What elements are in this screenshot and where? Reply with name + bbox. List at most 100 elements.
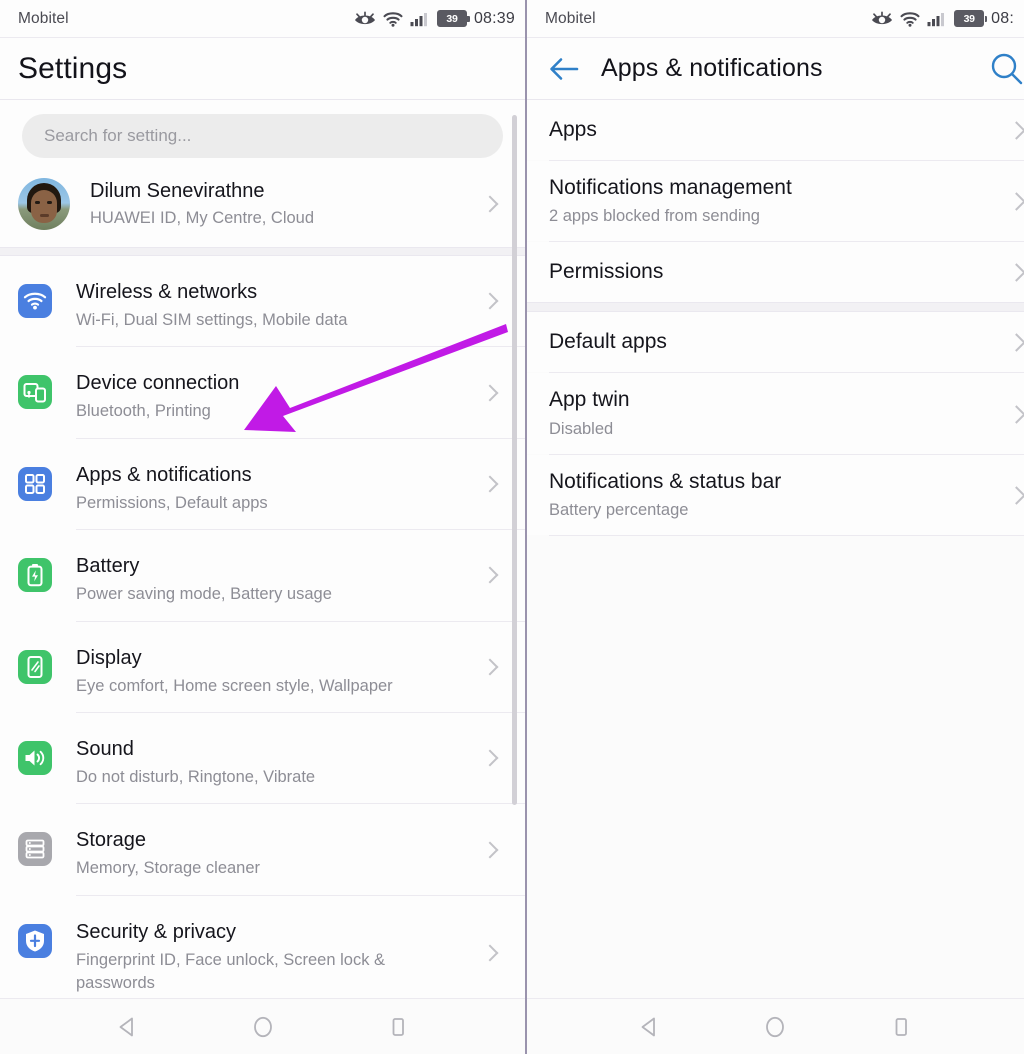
right-group-defaults: Default apps App twin Disabled Notificat… [527, 312, 1024, 537]
list-item-permissions[interactable]: Permissions [527, 242, 1024, 303]
chevron-right-icon [1010, 190, 1024, 212]
item-subtitle: Do not disturb, Ringtone, Vibrate [76, 768, 316, 787]
chevron-right-icon [483, 291, 495, 311]
item-title: Permissions [549, 260, 664, 284]
item-title: Apps & notifications [76, 463, 252, 486]
battery-percent: 39 [437, 11, 466, 26]
carrier-label: Mobitel [18, 9, 69, 27]
item-text: Permissions [549, 245, 1010, 299]
item-text: Sound Do not disturb, Ringtone, Vibrate [76, 727, 483, 789]
item-text: Apps & notifications Permissions, Defaul… [76, 453, 483, 515]
list-item-app-twin[interactable]: App twin Disabled [527, 373, 1024, 454]
search-placeholder: Search for setting... [44, 126, 192, 145]
chevron-right-icon [483, 943, 495, 963]
item-subtitle: Permissions, Default apps [76, 493, 268, 512]
back-arrow-icon[interactable] [547, 52, 581, 86]
home-circle-icon[interactable] [753, 1005, 797, 1049]
chevron-right-icon [483, 194, 495, 214]
right-status-bar: Mobitel 39 08: [527, 0, 1024, 38]
account-subtitle: HUAWEI ID, My Centre, Cloud [90, 209, 315, 227]
item-text: Device connection Bluetooth, Printing [76, 361, 483, 423]
item-subtitle: Wi-Fi, Dual SIM settings, Mobile data [76, 310, 348, 329]
item-title: Storage [76, 829, 147, 852]
page-title: Apps & notifications [601, 54, 823, 82]
item-subtitle: Fingerprint ID, Face unlock, Screen lock… [76, 950, 386, 993]
status-icons: 39 08:39 [354, 10, 515, 28]
item-text: Wireless & networks Wi-Fi, Dual SIM sett… [76, 270, 483, 332]
item-title: Sound [76, 738, 134, 761]
search-icon[interactable] [988, 50, 1024, 88]
list-item-notifications-status-bar[interactable]: Notifications & status bar Battery perce… [527, 454, 1024, 536]
section-divider [0, 246, 525, 256]
battery-icon: 39 [436, 10, 470, 27]
sidebar-item-security-privacy[interactable]: Security & privacy Fingerprint ID, Face … [0, 896, 525, 1010]
chevron-right-icon [1010, 331, 1024, 353]
page-title: Settings [0, 38, 525, 100]
chevron-right-icon [483, 474, 495, 494]
item-text: Security & privacy Fingerprint ID, Face … [76, 910, 483, 996]
sidebar-item-battery[interactable]: Battery Power saving mode, Battery usage [0, 530, 525, 620]
chevron-right-icon [1010, 261, 1024, 283]
item-text: Apps [549, 103, 1010, 157]
sidebar-item-sound[interactable]: Sound Do not disturb, Ringtone, Vibrate [0, 713, 525, 803]
item-subtitle: Memory, Storage cleaner [76, 859, 261, 878]
battery-percent: 39 [955, 11, 984, 26]
section-divider [527, 302, 1024, 313]
settings-list: Wireless & networks Wi-Fi, Dual SIM sett… [0, 255, 525, 1054]
devices-icon [18, 375, 52, 410]
sidebar-item-storage[interactable]: Storage Memory, Storage cleaner [0, 804, 525, 894]
home-circle-icon[interactable] [241, 1005, 285, 1049]
list-item-default-apps[interactable]: Default apps [527, 312, 1024, 373]
back-triangle-icon[interactable] [628, 1005, 672, 1049]
status-icons: 39 08: [871, 10, 1014, 28]
eye-comfort-icon [354, 11, 375, 24]
carrier-label: Mobitel [545, 9, 596, 27]
back-triangle-icon[interactable] [106, 1005, 150, 1049]
recents-square-icon[interactable] [376, 1005, 420, 1049]
item-subtitle: Eye comfort, Home screen style, Wallpape… [76, 676, 393, 695]
account-row[interactable]: Dilum Senevirathne HUAWEI ID, My Centre,… [0, 168, 525, 247]
eye-comfort-icon [872, 11, 893, 24]
clock-label: 08: [991, 9, 1014, 27]
scrollbar[interactable] [512, 115, 517, 805]
list-item-apps[interactable]: Apps [527, 100, 1024, 160]
apps-grid-icon [18, 466, 52, 501]
display-icon [18, 649, 52, 684]
chevron-right-icon [1010, 403, 1024, 425]
chevron-right-icon [483, 383, 495, 403]
battery-icon [18, 558, 52, 593]
item-title: Notifications management [549, 176, 792, 199]
sidebar-item-wireless-networks[interactable]: Wireless & networks Wi-Fi, Dual SIM sett… [0, 256, 525, 346]
item-text: Notifications management 2 apps blocked … [549, 161, 1010, 241]
list-item-notifications-management[interactable]: Notifications management 2 apps blocked … [527, 161, 1024, 242]
item-text: Display Eye comfort, Home screen style, … [76, 636, 483, 698]
battery-icon: 39 [954, 10, 988, 27]
sidebar-item-device-connection[interactable]: Device connection Bluetooth, Printing [0, 347, 525, 437]
row-divider [549, 535, 1024, 537]
sidebar-item-apps-notifications[interactable]: Apps & notifications Permissions, Defaul… [0, 439, 525, 529]
recents-square-icon[interactable] [879, 1005, 923, 1049]
item-subtitle: Battery percentage [549, 501, 689, 520]
item-subtitle: Bluetooth, Printing [76, 402, 211, 421]
item-subtitle: 2 apps blocked from sending [549, 207, 760, 226]
item-title: App twin [549, 388, 630, 412]
item-title: Wireless & networks [76, 280, 258, 303]
item-title: Device connection [76, 372, 240, 395]
storage-icon [18, 832, 52, 867]
wifi-icon [900, 11, 920, 27]
item-title: Display [76, 646, 142, 669]
chevron-right-icon [1010, 119, 1024, 141]
account-name: Dilum Senevirathne [90, 180, 265, 202]
item-text: Battery Power saving mode, Battery usage [76, 544, 483, 606]
search-input[interactable]: Search for setting... [22, 114, 503, 158]
wifi-icon [18, 283, 52, 318]
item-title: Notifications & status bar [549, 469, 782, 493]
dual-screenshot-composite: Mobitel 39 08:39 Settings Search for set… [0, 0, 1024, 1054]
chevron-right-icon [483, 748, 495, 768]
signal-bars-icon [410, 12, 427, 26]
left-phone-screen: Mobitel 39 08:39 Settings Search for set… [0, 0, 527, 1054]
item-title: Security & privacy [76, 920, 237, 943]
item-title: Default apps [549, 330, 667, 354]
chevron-right-icon [483, 657, 495, 677]
sidebar-item-display[interactable]: Display Eye comfort, Home screen style, … [0, 622, 525, 712]
